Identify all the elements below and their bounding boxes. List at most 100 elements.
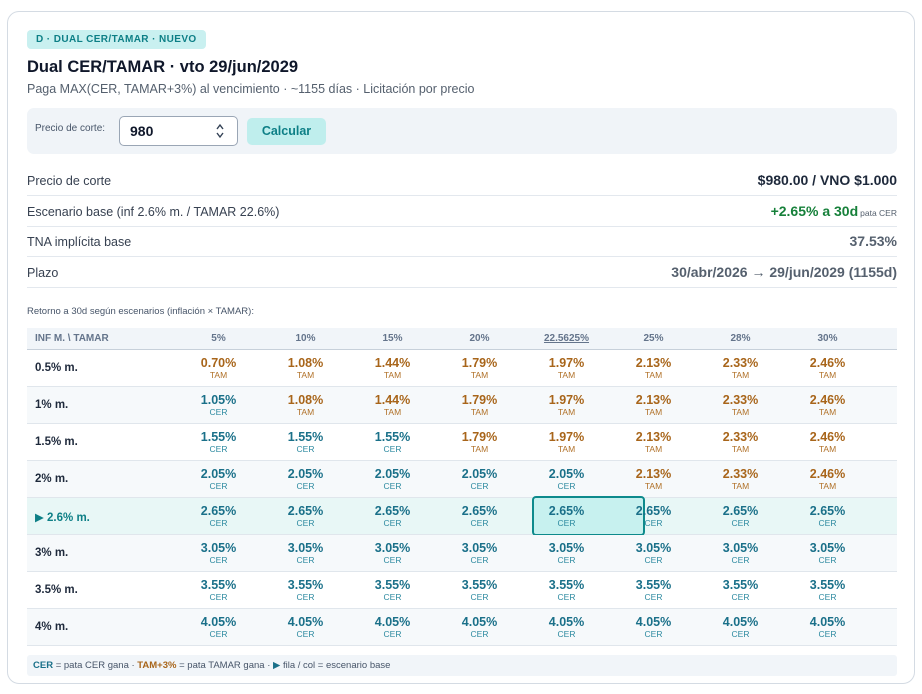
calculate-button[interactable]: Calcular (247, 118, 326, 145)
scenario-cell: 2.46% TAM (784, 430, 871, 455)
cell-return: 4.05% (287, 615, 324, 629)
cell-winning-leg: CER (731, 592, 750, 602)
cell-return: 2.33% (722, 467, 759, 481)
cell-return: 1.79% (461, 393, 498, 407)
cell-return: 1.55% (287, 430, 324, 444)
cell-winning-leg: CER (470, 629, 489, 639)
cell-return: 2.65% (461, 504, 498, 518)
cell-winning-leg: CER (818, 629, 837, 639)
cell-winning-leg: TAM (731, 370, 750, 380)
row-label: ▶ 2.6% m. (35, 512, 90, 524)
cell-winning-leg: TAM (557, 370, 576, 380)
cell-return: 2.65% (635, 504, 672, 518)
cell-winning-leg: TAM (731, 407, 750, 417)
scenario-cell: 3.55% CER (436, 578, 523, 603)
cell-winning-leg: CER (209, 444, 228, 454)
price-input-value[interactable]: 980 (130, 123, 153, 139)
cell-return: 1.97% (548, 393, 585, 407)
cell-return: 2.46% (809, 467, 846, 481)
scenario-cell: 2.05% CER (523, 467, 610, 492)
cell-return: 2.05% (461, 467, 498, 481)
summary-value: +2.65% a 30d pata CER (771, 203, 897, 219)
row-label: 4% m. (35, 621, 69, 633)
scenario-cell: 2.65% CER (784, 504, 871, 529)
summary-row-tna: TNA implícita base 37.53% (27, 226, 897, 257)
summary-value: $980.00 / VNO $1.000 (757, 172, 897, 188)
spinner-arrows-icon[interactable] (216, 123, 224, 139)
scenario-cell: 2.33% TAM (697, 467, 784, 492)
cell-winning-leg: CER (383, 629, 402, 639)
cell-return: 4.05% (635, 615, 672, 629)
cell-return: 1.44% (374, 356, 411, 370)
cell-return: 2.13% (635, 393, 672, 407)
cell-winning-leg: TAM (818, 444, 837, 454)
summary-value: 30/abr/2026 → 29/jun/2029 (1155d) (671, 264, 897, 280)
cell-winning-leg: CER (470, 481, 489, 491)
summary-row-base-scenario: Escenario base (inf 2.6% m. / TAMAR 22.6… (27, 196, 897, 227)
scenario-cell: 2.33% TAM (697, 430, 784, 455)
winning-leg-note: pata CER (860, 208, 897, 218)
column-header: 25% (643, 333, 664, 344)
scenario-row: 1% m. 1.05% CER 1.08% TAM 1.44% TAM 1.79% TAM 1.9… (27, 387, 897, 424)
row-label: 3% m. (35, 547, 69, 559)
cell-winning-leg: CER (209, 481, 228, 491)
column-header: 5% (211, 333, 226, 344)
scenario-row: 0.5% m. 0.70% TAM 1.08% TAM 1.44% TAM 1.79% TAM 1… (27, 350, 897, 387)
cell-winning-leg: TAM (731, 481, 750, 491)
page-subtitle: Paga MAX(CER, TAMAR+3%) al vencimiento ·… (27, 82, 475, 96)
cell-return: 2.65% (374, 504, 411, 518)
price-input[interactable]: 980 (119, 116, 238, 146)
row-label: 2% m. (35, 473, 69, 485)
scenario-cell: 2.13% TAM (610, 356, 697, 381)
cell-winning-leg: CER (383, 481, 402, 491)
scenario-cell: 4.05% CER (262, 615, 349, 640)
column-header: 15% (382, 333, 403, 344)
cell-return: 3.05% (722, 541, 759, 555)
cell-return: 1.05% (200, 393, 237, 407)
cell-winning-leg: TAM (818, 370, 837, 380)
row-label: 1% m. (35, 399, 69, 411)
scenario-cell: 2.65% CER (523, 504, 610, 529)
cell-winning-leg: TAM (470, 444, 489, 454)
cell-return: 3.05% (635, 541, 672, 555)
legend-tam-key: TAM+3% (137, 660, 177, 671)
cell-winning-leg: CER (731, 555, 750, 565)
cell-return: 3.55% (722, 578, 759, 592)
scenario-cell: 2.33% TAM (697, 356, 784, 381)
cell-return: 2.65% (548, 504, 585, 518)
corner-header: INF M. \ TAMAR (35, 333, 109, 344)
scenario-cell: 2.05% CER (262, 467, 349, 492)
cell-winning-leg: CER (644, 518, 663, 528)
scenario-cell: 3.55% CER (697, 578, 784, 603)
cell-return: 0.70% (200, 356, 237, 370)
cell-return: 2.33% (722, 356, 759, 370)
cell-winning-leg: CER (296, 629, 315, 639)
cell-return: 2.46% (809, 393, 846, 407)
cell-winning-leg: CER (209, 407, 228, 417)
scenario-cell: 3.05% CER (175, 541, 262, 566)
scenario-cell: 1.44% TAM (349, 393, 436, 418)
legend: CER = pata CER gana · TAM+3% = pata TAMA… (27, 655, 897, 676)
summary-label: Escenario base (inf 2.6% m. / TAMAR 22.6… (27, 205, 280, 219)
scenario-cell: 3.05% CER (610, 541, 697, 566)
scenario-cell: 4.05% CER (523, 615, 610, 640)
scenario-cell: 4.05% CER (175, 615, 262, 640)
scenario-cell: 2.33% TAM (697, 393, 784, 418)
scenario-cell: 1.97% TAM (523, 430, 610, 455)
scenario-cell: 3.55% CER (610, 578, 697, 603)
scenario-cell: 2.65% CER (175, 504, 262, 529)
cell-winning-leg: CER (818, 518, 837, 528)
cell-winning-leg: TAM (818, 407, 837, 417)
cell-return: 3.55% (200, 578, 237, 592)
cell-return: 3.55% (635, 578, 672, 592)
cell-winning-leg: TAM (296, 407, 315, 417)
scenario-cell: 2.46% TAM (784, 356, 871, 381)
cell-winning-leg: CER (209, 518, 228, 528)
cell-return: 3.05% (461, 541, 498, 555)
scenario-cell: 1.79% TAM (436, 393, 523, 418)
cell-return: 4.05% (200, 615, 237, 629)
scenario-cell: 3.55% CER (523, 578, 610, 603)
column-header: 28% (730, 333, 751, 344)
scenario-row: 2% m. 2.05% CER 2.05% CER 2.05% CER 2.05% CER 2.0… (27, 461, 897, 498)
cell-winning-leg: CER (644, 592, 663, 602)
